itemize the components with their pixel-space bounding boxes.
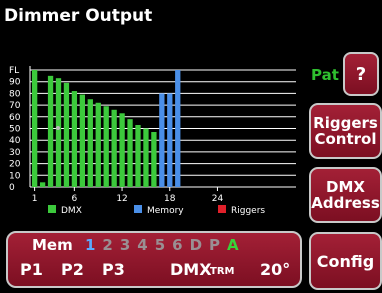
bar-channel-1-dmx [32,70,38,187]
bar-channel-18-memory [167,93,173,187]
legend-swatch-dmx [48,205,56,213]
y-tick-label: 50 [9,125,21,135]
memory-slot-D[interactable]: D [190,236,202,254]
dmx-status-label: DMX [170,260,212,279]
legend-swatch-memory [134,205,142,213]
bar-channel-5-dmx [63,82,70,187]
mem-label: Mem [32,236,73,254]
legend-swatch-riggers [218,205,226,213]
y-tick-label: 40 [9,136,21,146]
bar-channel-3-dmx [47,75,54,187]
bar-channel-8-dmx [87,99,93,187]
y-tick-label: 20 [9,160,21,170]
dimmer-output-chart: FL90807060504030201001 6 12 18 24DMX Memory Ri… [9,66,296,216]
dmx-label-line1: DMX [326,178,365,196]
bar-channel-6-dmx [71,91,78,187]
y-tick-label: 90 [9,78,21,88]
p3-label[interactable]: P3 [102,260,125,279]
y-tick-label: 30 [9,148,21,158]
memory-slot-4[interactable]: 4 [137,236,147,254]
bar-channel-9-dmx [95,102,101,187]
bar-channel-2-dmx [39,182,46,187]
y-tick-label: 60 [9,113,21,123]
memory-row: Mem 123456DPA [32,236,253,254]
level-marker [56,126,60,130]
y-tick-label: 10 [9,171,21,181]
memory-slot-1[interactable]: 1 [85,236,95,254]
bar-channel-4-dmx [55,78,62,187]
x-tick-label: 24 [212,194,224,204]
bar-channel-13-dmx [127,119,133,187]
legend-label-riggers: Riggers [231,206,265,216]
y-tick-label: 80 [9,89,21,99]
bar-channel-7-dmx [79,94,85,187]
temperature-readout: 20° [260,260,291,279]
trm-label: TRM [210,266,235,277]
config-button[interactable]: Config [309,232,382,290]
p2-label[interactable]: P2 [61,260,84,279]
bar-channel-14-dmx [135,124,141,187]
y-tick-label: 0 [9,183,15,193]
riggers-label-line1: Riggers [313,114,378,132]
dmx-label-line2: Address [311,194,380,212]
bar-channel-16-dmx [151,132,157,187]
riggers-label-line2: Control [314,130,377,148]
bar-channel-10-dmx [103,106,109,187]
riggers-control-button[interactable]: Riggers Control [309,103,382,159]
bar-channel-19-memory [175,70,181,187]
x-tick-label: 6 [71,194,77,204]
dmx-address-button[interactable]: DMX Address [309,167,382,223]
memory-slot-6[interactable]: 6 [172,236,182,254]
bar-channel-12-dmx [119,113,125,187]
legend-label-memory: Memory [147,206,184,216]
y-tick-label: 70 [9,101,21,111]
bar-channel-11-dmx [111,109,117,187]
x-tick-label: 18 [164,194,176,204]
x-tick-label: 12 [116,194,127,204]
memory-slot-P[interactable]: P [209,236,220,254]
memory-panel[interactable]: Mem 123456DPA P1 P2 P3 DMX TRM 20° [6,231,302,288]
p1-label[interactable]: P1 [20,260,43,279]
x-tick-label: 1 [32,194,38,204]
memory-slot-3[interactable]: 3 [120,236,130,254]
memory-slot-5[interactable]: 5 [155,236,165,254]
help-button[interactable]: ? [343,52,379,96]
bar-channel-15-dmx [143,128,149,187]
bar-channel-17-memory [159,93,165,187]
memory-slot-2[interactable]: 2 [102,236,112,254]
y-tick-label: FL [9,66,19,76]
page-title: Dimmer Output [4,6,153,26]
legend-label-dmx: DMX [61,206,82,216]
patch-label[interactable]: Pat [311,66,339,84]
memory-slot-A[interactable]: A [227,236,239,254]
